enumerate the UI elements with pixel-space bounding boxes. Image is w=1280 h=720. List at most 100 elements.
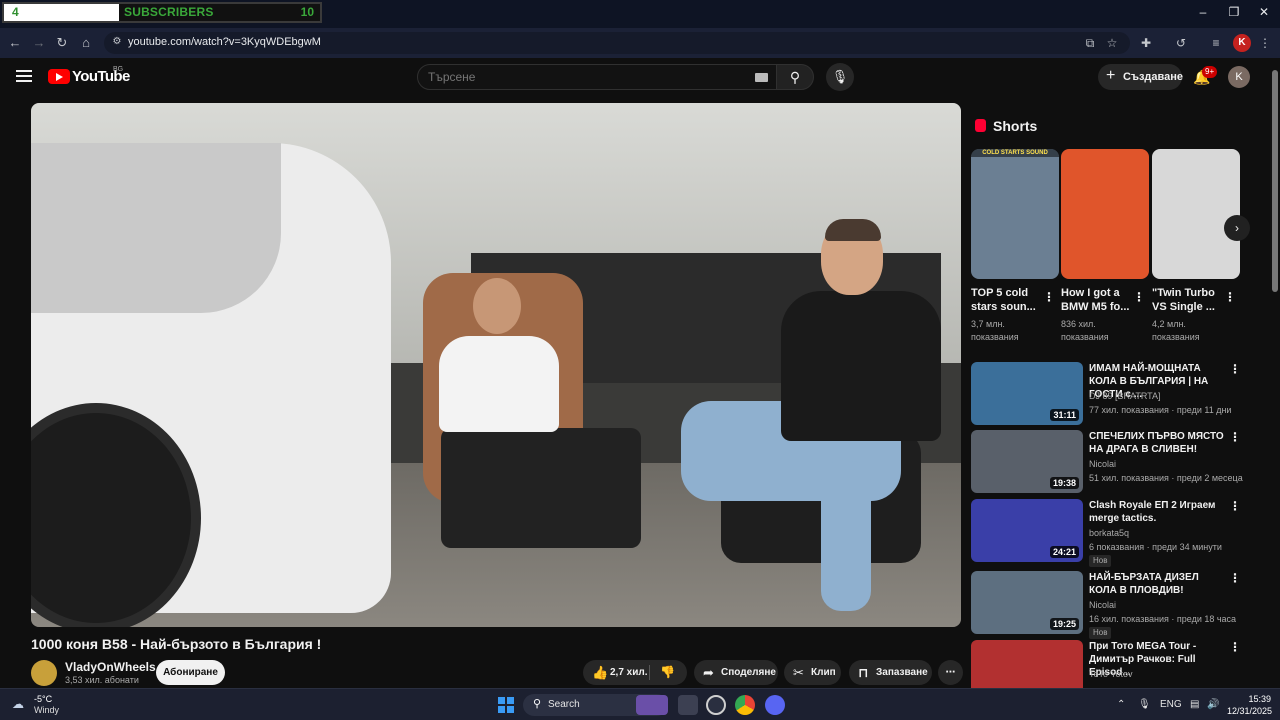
recorder-app-icon[interactable] (706, 695, 726, 715)
channel-name[interactable]: ToTo Yotov (1089, 669, 1133, 679)
more-vertical-icon[interactable]: ⋮ (1043, 290, 1055, 304)
short-thumbnail[interactable] (1061, 149, 1149, 279)
shorts-next-arrow-icon[interactable]: › (1224, 215, 1250, 241)
account-avatar[interactable]: K (1228, 66, 1250, 88)
windows-taskbar: ☁ -5°C Windy ⚲ Search ⌃ 🎙 ENG ▤ 🔊 15:39 … (0, 688, 1280, 720)
weather-icon[interactable]: ☁ (12, 697, 28, 711)
subscriber-goal-count: 10 (300, 5, 314, 19)
shorts-title: Shorts (993, 118, 1038, 134)
search-box[interactable] (417, 64, 777, 90)
reload-button[interactable]: ↻ (53, 34, 71, 52)
history-icon[interactable]: ↺ (1173, 35, 1189, 51)
shorts-logo-icon (975, 119, 986, 132)
video-title[interactable]: Clash Royale ЕП 2 Играем merge tactics. (1089, 499, 1229, 525)
recommended-item[interactable]: 31:11 ИМАМ НАЙ-МОЩНАТА КОЛА В БЪЛГАРИЯ | … (971, 362, 1261, 426)
channel-name[interactable]: VladyOnWheels (65, 660, 156, 674)
short-title[interactable]: How I got a BMW M5 fo... (1061, 286, 1131, 314)
chrome-app-icon[interactable] (735, 695, 755, 715)
browser-toolbar: ← → ↻ ⌂ ⚙ youtube.com/watch?v=3KyqWDEbgw… (0, 28, 1280, 58)
subscriber-start-count: 4 (12, 5, 19, 19)
thumbs-up-icon[interactable]: 👍 (592, 660, 608, 685)
keyboard-icon[interactable] (755, 73, 768, 82)
video-thumbnail[interactable]: 24:21 (971, 499, 1083, 562)
search-input[interactable] (428, 70, 728, 84)
extensions-icon[interactable]: ✚ (1138, 35, 1154, 51)
subscribe-button[interactable]: Абониране (156, 660, 225, 685)
channel-subscriber-count: 3,53 хил. абонати (65, 675, 139, 685)
address-bar[interactable]: ⚙ youtube.com/watch?v=3KyqWDEbgwM (104, 32, 1130, 54)
like-count[interactable]: 2,7 хил. (610, 660, 648, 685)
like-dislike-group[interactable]: 👍 2,7 хил. 👎 (583, 660, 687, 685)
discord-app-icon[interactable] (765, 695, 785, 715)
site-info-icon[interactable]: ⚙ (111, 36, 123, 48)
share-button[interactable]: ➦ Споделяне (694, 660, 778, 685)
subscriber-label: SUBSCRIBERS (124, 5, 214, 19)
new-badge: Нов (1089, 627, 1112, 639)
browser-menu-icon[interactable]: ⋮ (1257, 35, 1273, 51)
browser-profile-avatar[interactable]: K (1233, 34, 1251, 52)
more-vertical-icon[interactable]: ⋮ (1229, 571, 1241, 585)
tray-overflow-icon[interactable]: ⌃ (1117, 699, 1125, 710)
page-scrollbar[interactable] (1270, 58, 1280, 688)
maximize-button[interactable]: ❐ (1224, 5, 1244, 19)
bookmark-star-icon[interactable]: ☆ (1104, 35, 1120, 51)
more-vertical-icon[interactable]: ⋮ (1133, 290, 1145, 304)
youtube-logo-icon[interactable] (48, 69, 70, 84)
install-app-icon[interactable]: ⧉ (1082, 35, 1098, 51)
weather-temperature[interactable]: -5°C (34, 694, 52, 704)
short-title[interactable]: TOP 5 cold stars soun... (971, 286, 1041, 314)
channel-avatar[interactable] (31, 660, 57, 686)
media-controls-icon[interactable]: ≡ (1208, 35, 1224, 51)
back-button[interactable]: ← (6, 34, 24, 52)
language-indicator[interactable]: ENG (1160, 699, 1182, 710)
notifications-badge: 9+ (1202, 66, 1218, 78)
short-title[interactable]: "Twin Turbo VS Single ... (1152, 286, 1222, 314)
channel-name[interactable]: borkata5q (1089, 528, 1129, 538)
video-title[interactable]: СПЕЧЕЛИХ ПЪРВО МЯСТО НА ДРАГА В СЛИВЕН! (1089, 430, 1229, 456)
recommended-item[interactable]: 24:21 Clash Royale ЕП 2 Играем merge tact… (971, 499, 1261, 567)
more-actions-button[interactable]: ⋯ (938, 660, 963, 685)
recommended-item[interactable]: 19:25 НАЙ-БЪРЗАТА ДИЗЕЛ КОЛА В ПЛОВДИВ! Ni… (971, 571, 1261, 639)
recommended-item[interactable]: 19:38 СПЕЧЕЛИХ ПЪРВО МЯСТО НА ДРАГА В СЛИ… (971, 430, 1261, 494)
create-button[interactable]: + Създаване (1098, 64, 1183, 90)
home-button[interactable]: ⌂ (77, 34, 95, 52)
start-windows-icon[interactable] (498, 697, 514, 713)
clock-time[interactable]: 15:39 (1247, 694, 1271, 704)
channel-name[interactable]: Nicolai (1089, 600, 1116, 610)
video-player[interactable] (31, 103, 961, 627)
task-view-icon[interactable] (678, 695, 698, 715)
search-button[interactable]: ⚲ (776, 64, 814, 90)
network-icon[interactable]: ▤ (1190, 699, 1199, 710)
video-thumbnail[interactable]: 31:11 (971, 362, 1083, 425)
thumbs-down-icon[interactable]: 👎 (660, 660, 675, 685)
volume-icon[interactable]: 🔊 (1207, 699, 1219, 710)
microphone-tray-icon[interactable]: 🎙 (1138, 699, 1151, 710)
short-thumbnail[interactable] (1152, 149, 1240, 279)
more-vertical-icon[interactable]: ⋮ (1229, 362, 1241, 376)
subscriber-counter-widget: 4 SUBSCRIBERS 10 (2, 2, 322, 23)
more-vertical-icon[interactable]: ⋮ (1224, 290, 1236, 304)
channel-name[interactable]: DJ 89 [BRATRTA] (1089, 391, 1161, 401)
channel-name[interactable]: Nicolai (1089, 459, 1116, 469)
clip-button[interactable]: ✂ Клип (784, 660, 841, 685)
minimize-button[interactable]: – (1193, 5, 1213, 19)
short-thumbnail[interactable]: COLD STARTS SOUND (971, 149, 1059, 279)
scroll-thumb[interactable] (1272, 70, 1278, 292)
close-window-button[interactable]: ✕ (1254, 5, 1274, 19)
more-vertical-icon[interactable]: ⋮ (1229, 499, 1241, 513)
short-thumb-caption: COLD STARTS SOUND (971, 149, 1059, 157)
hamburger-menu-icon[interactable] (16, 70, 32, 82)
video-title[interactable]: НАЙ-БЪРЗАТА ДИЗЕЛ КОЛА В ПЛОВДИВ! (1089, 571, 1229, 597)
save-button[interactable]: ⊓ Запазване (849, 660, 932, 685)
video-title: 1000 коня B58 - Най-бързото в България ! (31, 636, 322, 652)
clock-date[interactable]: 12/31/2025 (1222, 706, 1272, 716)
forward-button[interactable]: → (30, 34, 48, 52)
video-thumbnail[interactable]: 19:25 (971, 571, 1083, 634)
widgets-app-icon[interactable] (636, 695, 668, 715)
video-duration: 19:25 (1049, 618, 1079, 630)
video-thumbnail[interactable]: 19:38 (971, 430, 1083, 493)
more-vertical-icon[interactable]: ⋮ (1229, 640, 1241, 654)
weather-description[interactable]: Windy (34, 705, 59, 715)
voice-search-button[interactable]: 🎙 (826, 63, 854, 91)
more-vertical-icon[interactable]: ⋮ (1229, 430, 1241, 444)
